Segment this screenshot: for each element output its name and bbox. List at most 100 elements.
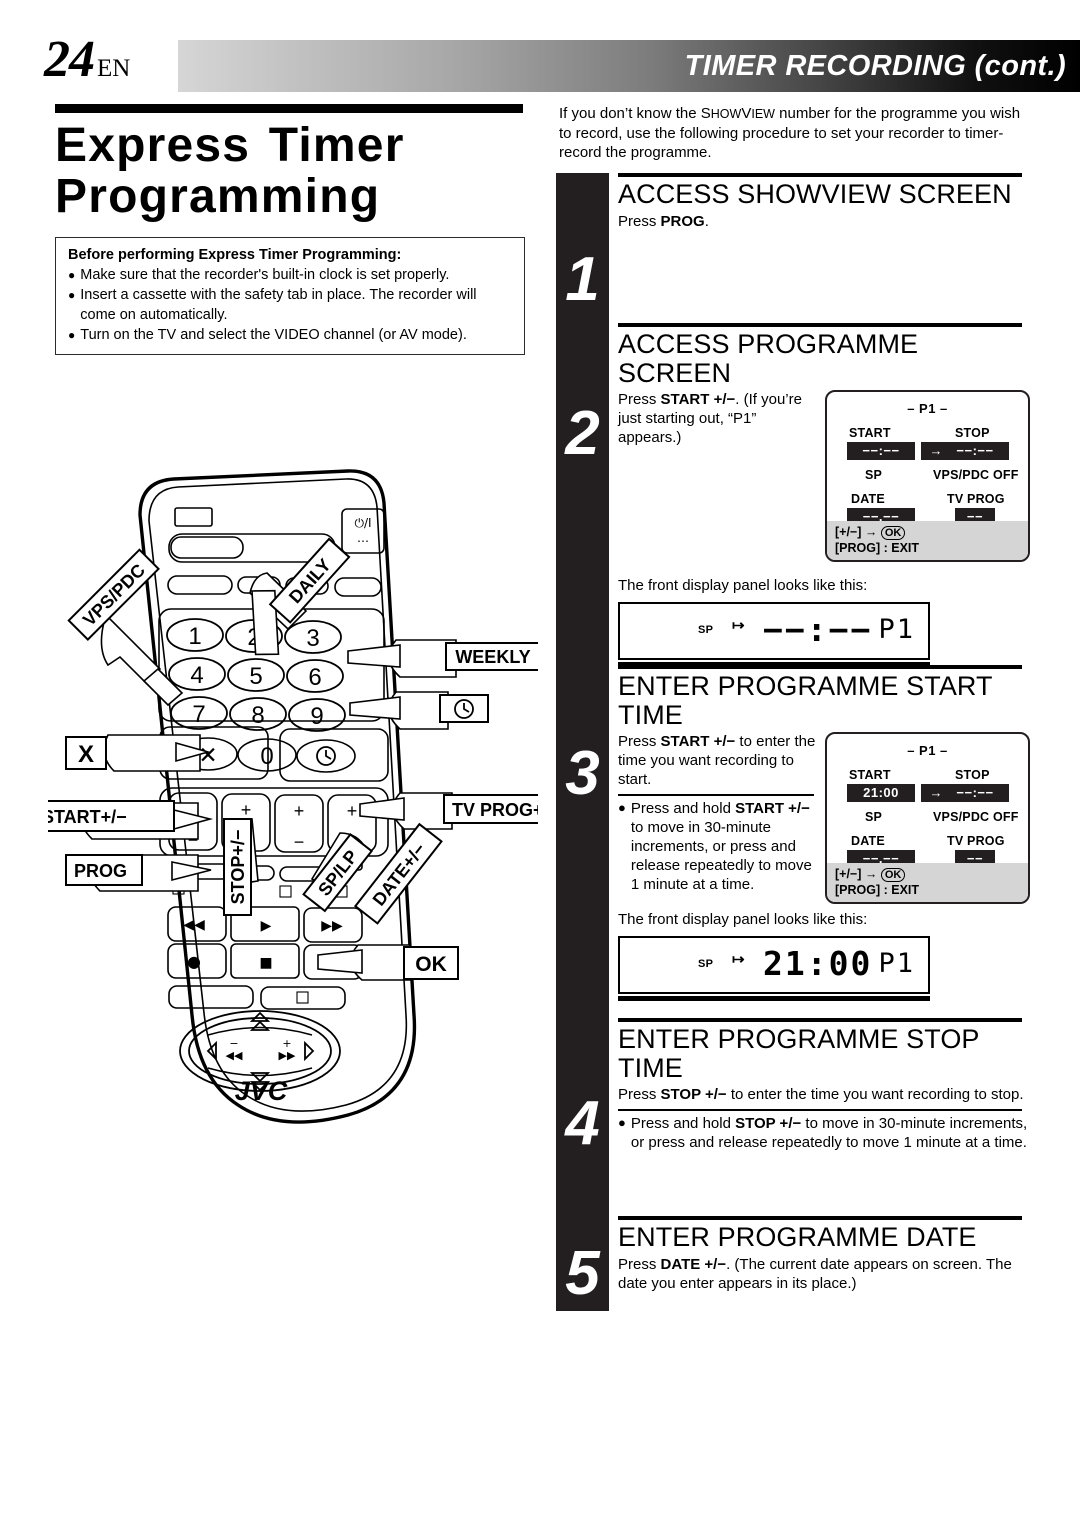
callout-prog: PROG <box>65 854 143 886</box>
remote-key-6: 6 <box>308 664 321 691</box>
remote-key-9: 9 <box>310 703 323 730</box>
front-panel-base <box>618 995 930 1001</box>
svg-text:▶: ▶ <box>261 918 272 934</box>
ok-badge: OK <box>880 526 906 541</box>
step-divider <box>618 665 1022 669</box>
timer-record-icon: ↦ <box>732 616 745 634</box>
arrow-icon: → <box>864 525 878 540</box>
bullet-icon: ● <box>618 799 626 815</box>
step-2-caption: The front display panel looks like this: <box>618 577 868 595</box>
step-divider <box>618 1018 1022 1022</box>
notice-list-item: ● Make sure that the recorder's built-in… <box>68 266 514 285</box>
notice-list-item: ● Insert a cassette with the safety tab … <box>68 286 514 325</box>
svg-text:+: + <box>294 801 305 821</box>
notice-box: Before performing Express Timer Programm… <box>55 236 525 356</box>
svg-text:▶▶: ▶▶ <box>321 918 343 934</box>
page-title-line-2: Programming <box>55 169 381 223</box>
osd-stop-value: −−:−− <box>941 442 1009 461</box>
svg-text:▶▶: ▶▶ <box>279 1049 296 1062</box>
button-name-start: START +/− <box>660 391 736 409</box>
step-number-3: 3 <box>565 739 600 808</box>
fp-program-number: P1 <box>878 613 915 645</box>
osd-footer-line-2: [PROG] : EXIT <box>835 883 920 898</box>
remote-key-5: 5 <box>249 663 262 690</box>
button-name-start: START +/− <box>660 733 736 751</box>
osd-footer: [+/−] → OK [PROG] : EXIT <box>827 521 1028 561</box>
callout-date: DATE+/− <box>353 822 443 925</box>
front-display-panel-step-2: SP ↦ −−:−− P1 <box>618 601 930 660</box>
callout-tv-prog: TV PROG+/− <box>443 794 538 824</box>
title-divider <box>55 104 523 113</box>
button-name-start: START +/− <box>735 799 810 817</box>
osd-screen-step-3: – P1 – START 21:00 → STOP −−:−− SP VPS/P… <box>825 732 1030 905</box>
osd-start-label: START <box>849 426 891 441</box>
step-number-2: 2 <box>565 399 600 468</box>
step-2-heading: ACCESS PROGRAMME SCREEN <box>618 329 919 388</box>
osd-vps-label: VPS/PDC OFF <box>933 468 1019 483</box>
power-icon: ⏻/I <box>354 516 371 530</box>
step-3: ENTER PROGRAMME START TIME Press START +… <box>618 665 1036 1001</box>
page-number-value: 24 <box>44 31 95 88</box>
notice-item-text: Insert a cassette with the safety tab in… <box>80 287 477 323</box>
svg-text:◀◀: ◀◀ <box>183 917 205 933</box>
button-name-stop: STOP +/− <box>660 1086 727 1104</box>
svg-text:OK: OK <box>415 953 447 976</box>
callout-clock-icon <box>439 694 489 723</box>
osd-screen-step-2: – P1 – START −−:−− → STOP −−:−− SP VPS/P… <box>825 390 1030 563</box>
showview-brand: SHOWVIEW <box>700 105 775 122</box>
fp-speed-indicator: SP <box>698 623 714 636</box>
front-display-panel-step-3: SP ↦ 21:00 P1 <box>618 935 930 994</box>
svg-text:STOP+/−: STOP+/− <box>228 830 248 905</box>
header-title: TIMER RECORDING (cont.) <box>684 49 1066 82</box>
callout-start: START+/− <box>48 800 175 832</box>
page-title-line-1: Express Timer <box>55 119 405 172</box>
page-language: EN <box>97 55 131 82</box>
bullet-icon: ● <box>618 1114 626 1130</box>
osd-footer: [+/−] → OK [PROG] : EXIT <box>827 863 1028 903</box>
osd-stop-label: STOP <box>955 426 990 441</box>
remote-control-illustration: ⏻/I ⋯ 123 456 789 ✕ 0 ++++ <box>48 455 538 1145</box>
osd-start-value: 21:00 <box>847 784 915 803</box>
ok-badge: OK <box>880 868 906 883</box>
timer-record-icon: ↦ <box>732 950 745 968</box>
step-3-separator <box>618 794 814 796</box>
osd-start-label: START <box>849 768 891 783</box>
remote-key-0: 0 <box>260 743 273 770</box>
svg-text:X: X <box>78 741 94 768</box>
header-banner: TIMER RECORDING (cont.) <box>178 40 1080 92</box>
step-4-body: Press STOP +/− to enter the time you wan… <box>618 1086 1024 1104</box>
step-3-caption: The front display panel looks like this: <box>618 911 868 929</box>
fp-time-digits: −−:−− <box>763 609 873 649</box>
svg-text:■: ■ <box>259 955 272 971</box>
notice-item-text: Turn on the TV and select the VIDEO chan… <box>80 326 467 343</box>
clock-icon <box>316 746 336 766</box>
step-3-heading: ENTER PROGRAMME START TIME <box>618 671 993 730</box>
cancel-x-icon: ✕ <box>198 742 217 768</box>
callout-weekly: WEEKLY <box>445 642 538 671</box>
step-divider <box>618 323 1022 327</box>
step-5-body: Press DATE +/−. (The current date appear… <box>618 1255 1012 1292</box>
osd-program-label: – P1 – <box>907 401 948 417</box>
svg-text:⋯: ⋯ <box>357 534 369 548</box>
remote-key-4: 4 <box>190 662 203 689</box>
remote-key-3: 3 <box>306 625 319 652</box>
bullet-icon: ● <box>68 268 76 283</box>
button-name-prog: PROG <box>660 212 705 230</box>
notice-list-item: ● Turn on the TV and select the VIDEO ch… <box>68 326 514 345</box>
bullet-icon: ● <box>68 327 76 342</box>
step-4-separator <box>618 1109 1022 1111</box>
button-name-date: DATE +/− <box>660 1255 727 1273</box>
page-number: 24 EN <box>44 30 130 89</box>
step-5: ENTER PROGRAMME DATE Press DATE +/−. (Th… <box>618 1216 1036 1293</box>
svg-text:●: ● <box>187 952 201 971</box>
right-column: If you don’t know the SHOWVIEW number fo… <box>556 104 1036 163</box>
step-4-bullet: ● Press and hold STOP +/− to move in 30-… <box>618 1114 1036 1152</box>
remote-key-8: 8 <box>251 702 264 729</box>
callout-stop: STOP+/− <box>223 818 252 916</box>
osd-stop-value: −−:−− <box>941 784 1009 803</box>
step-1: ACCESS SHOWVIEW SCREEN Press PROG. <box>618 173 1036 231</box>
step-divider <box>618 173 1022 177</box>
step-1-heading: ACCESS SHOWVIEW SCREEN <box>618 179 1012 209</box>
osd-stop-label: STOP <box>955 768 990 783</box>
svg-text:VPS/PDC: VPS/PDC <box>79 560 149 630</box>
